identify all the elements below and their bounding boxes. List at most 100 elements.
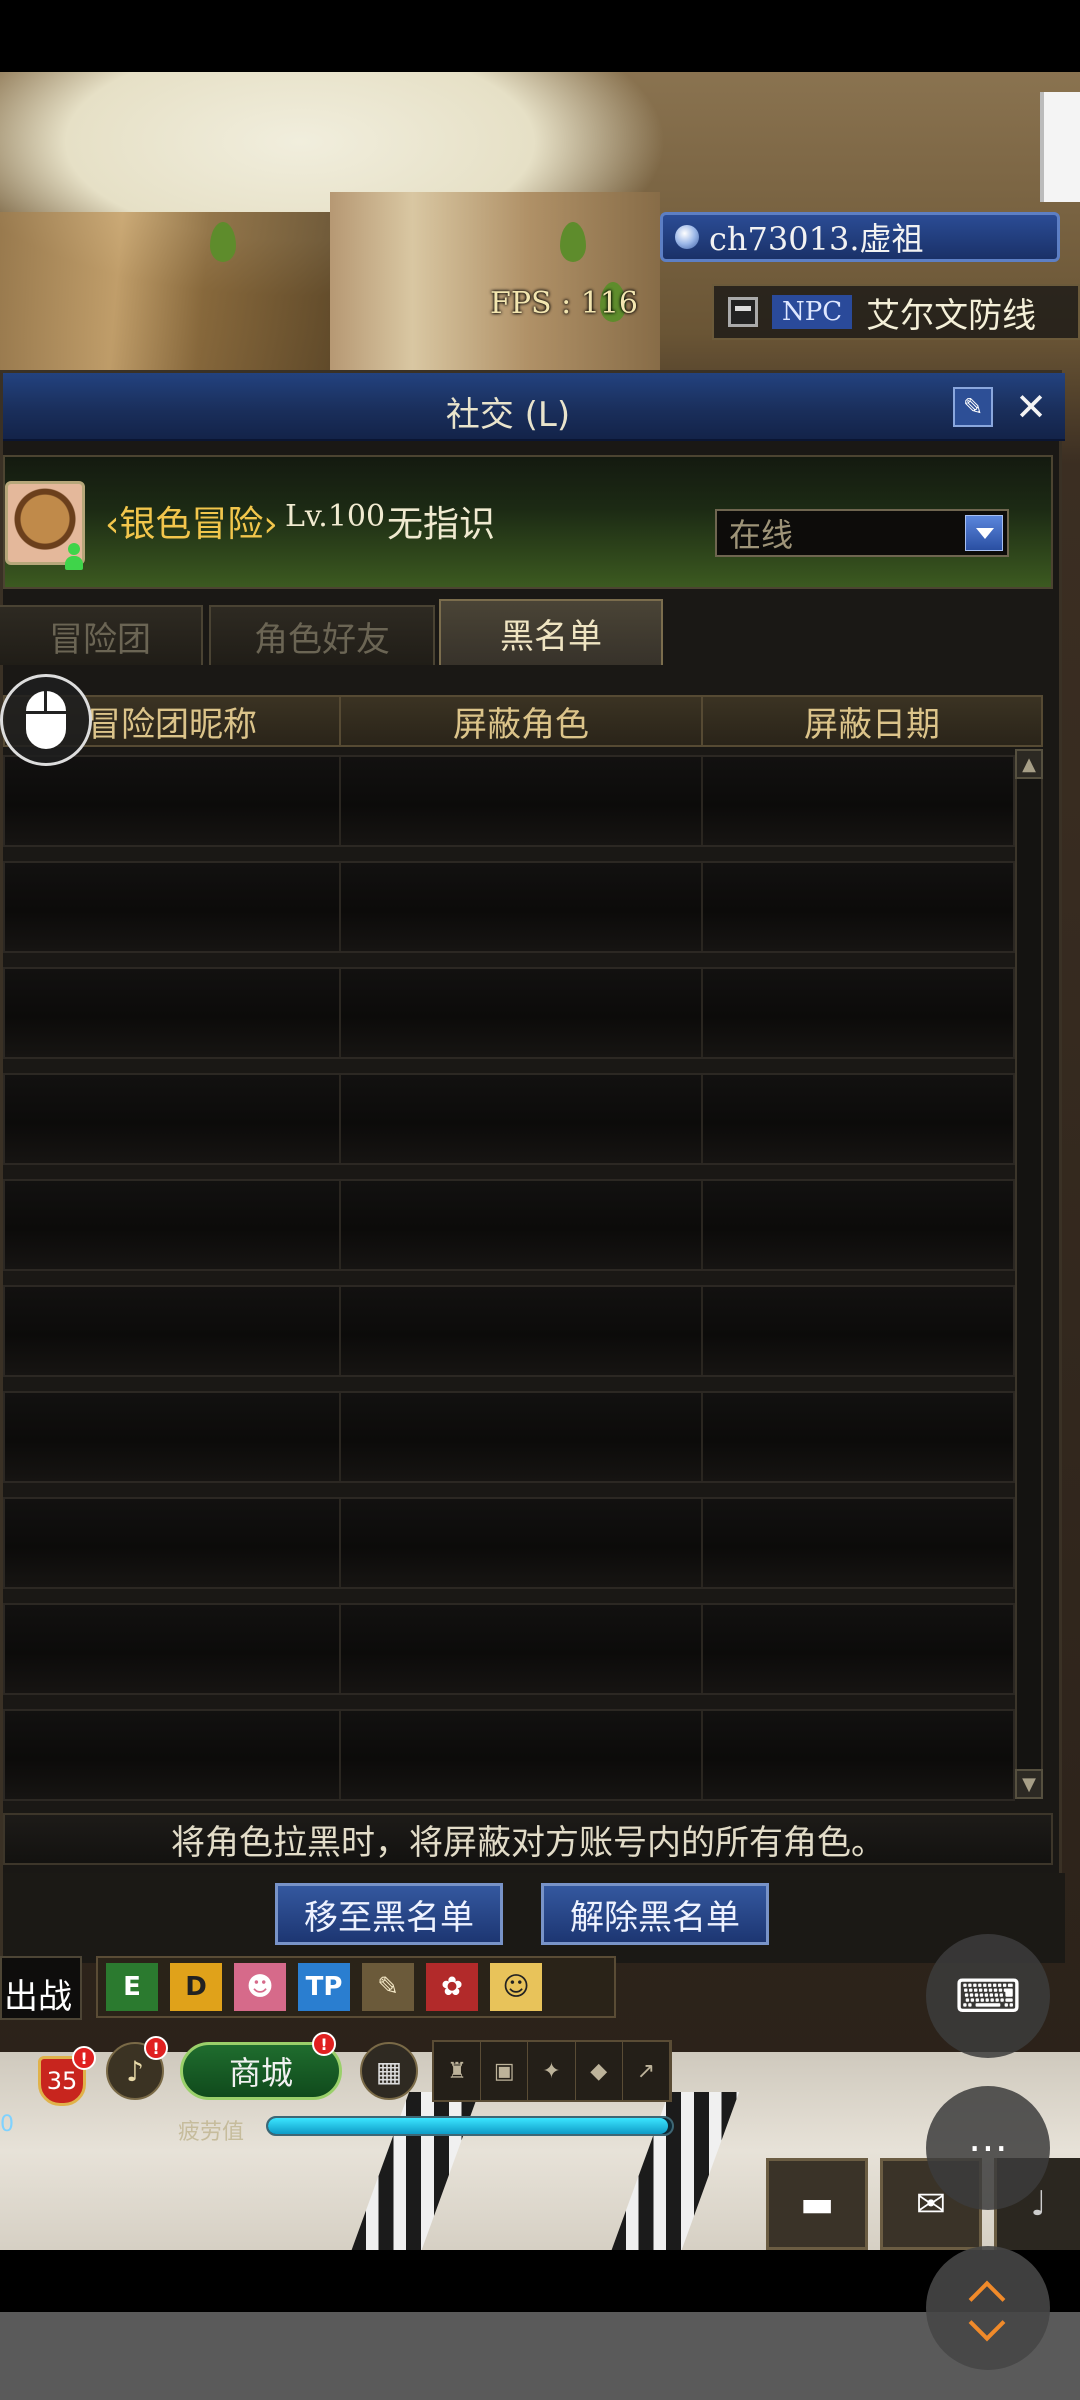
social-tabs: 冒险团 角色好友 黑名单: [0, 599, 703, 665]
virtual-keys-icon[interactable]: ⋯: [926, 2086, 1050, 2210]
chest-icon[interactable]: ▣: [481, 2042, 529, 2100]
table-row[interactable]: [3, 1709, 1015, 1801]
table-row[interactable]: [3, 1497, 1015, 1589]
table-cell: [5, 1711, 341, 1799]
channel-name: ch73013.虚祖: [709, 220, 924, 258]
table-cell: [703, 1605, 1013, 1693]
table-cell: [5, 757, 341, 845]
status-dropdown[interactable]: 在线: [715, 509, 1009, 557]
alert-dot: !: [312, 2032, 336, 2056]
quick-slots: E D ☻ TP ✎ ✿ ☺: [96, 1956, 616, 2018]
table-cell: [341, 1711, 703, 1799]
game-hud: 出战 E D ☻ TP ✎ ✿ ☺ 35 ! ♪ ! 商城 ! ▦ ♜ ▣ ✦ …: [0, 1956, 1080, 2186]
shop-label: 商城: [228, 2054, 293, 2092]
table-cell: [703, 757, 1013, 845]
profile-guild: 无指识: [387, 504, 496, 545]
table-cell: [5, 1393, 341, 1481]
bag-icon[interactable]: ♜: [434, 2042, 482, 2100]
fatigue-label: 疲劳值: [178, 2120, 245, 2145]
hammer-icon[interactable]: ↗: [623, 2042, 671, 2100]
table-cell: [341, 1287, 703, 1375]
status-bar-area: [0, 0, 1080, 72]
chat-icon[interactable]: ▬: [766, 2158, 868, 2250]
skill-icon[interactable]: ✦: [528, 2042, 576, 2100]
table-cell: [703, 1287, 1013, 1375]
table-cell: [703, 969, 1013, 1057]
channel-indicator[interactable]: ch73013.虚祖: [660, 212, 1060, 262]
tab-blacklist[interactable]: 黑名单: [439, 599, 663, 665]
quick-slot[interactable]: ☻: [234, 1963, 286, 2011]
tab-character-friends[interactable]: 角色好友: [209, 605, 435, 665]
table-cell: [703, 1499, 1013, 1587]
status-value: 在线: [729, 516, 794, 554]
npc-name: 艾尔文防线: [866, 295, 1037, 336]
close-icon[interactable]: ✕: [1009, 385, 1053, 429]
quick-slot[interactable]: D: [170, 1963, 222, 2011]
quick-slot[interactable]: TP: [298, 1963, 350, 2011]
table-cell: [341, 1181, 703, 1269]
table-cell: [341, 1075, 703, 1163]
keyboard-icon[interactable]: ⌨: [926, 1934, 1050, 2058]
alert-dot: !: [72, 2046, 96, 2070]
blacklist-rows: [3, 755, 1015, 1815]
table-cell: [341, 1605, 703, 1693]
online-person-icon: [63, 543, 85, 571]
scroll-up-icon[interactable]: ▲: [1015, 749, 1043, 779]
pin-icon[interactable]: ✎: [953, 387, 993, 427]
chevron-down-icon[interactable]: [965, 515, 1003, 551]
table-cell: [703, 1181, 1013, 1269]
table-cell: [341, 757, 703, 845]
remove-from-blacklist-button[interactable]: 解除黑名单: [541, 1883, 769, 1945]
table-cell: [703, 863, 1013, 951]
column-header[interactable]: 屏蔽日期: [703, 697, 1041, 745]
profile-name: ‹银色冒险›: [105, 504, 278, 545]
table-row[interactable]: [3, 755, 1015, 847]
scroll-down-icon[interactable]: ▼: [1015, 1769, 1043, 1799]
add-to-blacklist-button[interactable]: 移至黑名单: [275, 1883, 503, 1945]
table-row[interactable]: [3, 1391, 1015, 1483]
npc-target-bar[interactable]: NPC 艾尔文防线: [712, 284, 1080, 340]
blacklist-notice: 将角色拉黑时，将屏蔽对方账号内的所有角色。: [3, 1813, 1053, 1865]
social-window: 社交 (L) ✎ ✕ ‹银色冒险› Lv.100 无指识 在线 冒险团 角色好友…: [0, 370, 1065, 1963]
scene-leaf: [560, 222, 586, 262]
table-row[interactable]: [3, 1073, 1015, 1165]
table-cell: [341, 863, 703, 951]
table-row[interactable]: [3, 861, 1015, 953]
action-bar: 移至黑名单 解除黑名单: [3, 1873, 1065, 1963]
table-row[interactable]: [3, 1285, 1015, 1377]
table-cell: [5, 1287, 341, 1375]
menu-grid-icon[interactable]: ▦: [360, 2042, 418, 2100]
quick-slot[interactable]: ☺: [490, 1963, 542, 2011]
quick-slot[interactable]: E: [106, 1963, 158, 2011]
table-row[interactable]: [3, 967, 1015, 1059]
scene-paper: [1040, 92, 1080, 202]
table-cell: [703, 1075, 1013, 1163]
function-icons: ♜ ▣ ✦ ◆ ↗: [432, 2040, 672, 2102]
table-row[interactable]: [3, 1179, 1015, 1271]
scrollbar[interactable]: [1015, 749, 1043, 1799]
table-cell: [341, 1499, 703, 1587]
expand-toggle-icon[interactable]: [926, 2246, 1050, 2370]
table-cell: [341, 969, 703, 1057]
table-cell: [703, 1393, 1013, 1481]
fatigue-fill: [268, 2118, 668, 2134]
channel-globe-icon: [675, 225, 699, 249]
table-cell: [341, 1393, 703, 1481]
quick-slot[interactable]: ✿: [426, 1963, 478, 2011]
minimize-icon[interactable]: [728, 297, 758, 327]
table-row[interactable]: [3, 1603, 1015, 1695]
mouse-mode-icon[interactable]: [0, 674, 92, 766]
system-bottom-bar: [0, 2312, 1080, 2400]
craft-icon[interactable]: ◆: [576, 2042, 623, 2100]
table-cell: [5, 1605, 341, 1693]
fps-counter: FPS : 116: [490, 286, 638, 321]
window-titlebar[interactable]: 社交 (L) ✎ ✕: [3, 373, 1065, 441]
quick-slot[interactable]: ✎: [362, 1963, 414, 2011]
column-header[interactable]: 屏蔽角色: [341, 697, 703, 745]
tab-adventure-team[interactable]: 冒险团: [0, 605, 203, 665]
scene-leaf: [210, 222, 236, 262]
table-cell: [5, 1499, 341, 1587]
npc-tag: NPC: [772, 295, 853, 329]
table-cell: [5, 1075, 341, 1163]
battle-label[interactable]: 出战: [0, 1956, 82, 2020]
